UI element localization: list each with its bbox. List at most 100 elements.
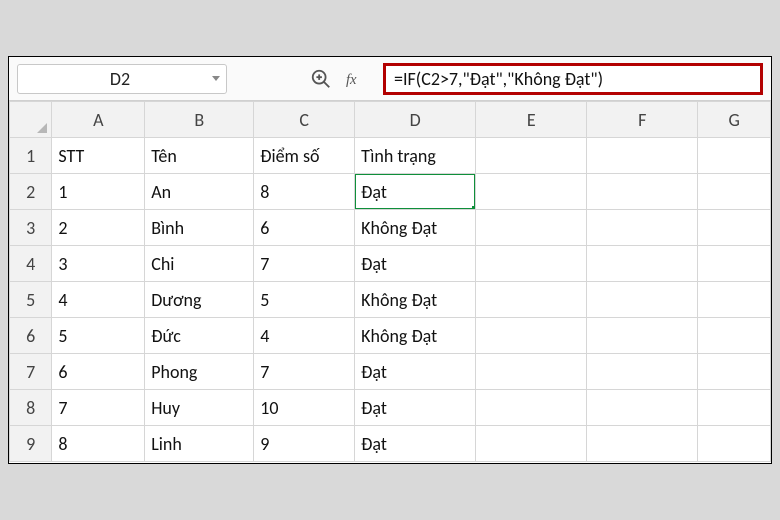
cell-F4[interactable]	[587, 246, 698, 282]
cell-D3[interactable]: Không Đạt	[355, 210, 476, 246]
cell-E6[interactable]	[476, 318, 587, 354]
cell-D8[interactable]: Đạt	[355, 390, 476, 426]
col-header-F[interactable]: F	[587, 102, 698, 138]
cell-D9[interactable]: Đạt	[355, 426, 476, 462]
cell-C8[interactable]: 10	[254, 390, 355, 426]
cell-D4[interactable]: Đạt	[355, 246, 476, 282]
col-header-D[interactable]: D	[355, 102, 476, 138]
cell-B7[interactable]: Phong	[145, 354, 254, 390]
cell-B3[interactable]: Bình	[145, 210, 254, 246]
formula-input[interactable]: =IF(C2>7,"Đạt","Không Đạt")	[383, 63, 763, 95]
formula-bar-row: D2 fx =IF(C2>7,"Đạt","Không Đạt")	[9, 57, 771, 101]
cell-B5[interactable]: Dương	[145, 282, 254, 318]
row-header-7[interactable]: 7	[10, 354, 52, 390]
cell-A4[interactable]: 3	[52, 246, 145, 282]
cell-C2[interactable]: 8	[254, 174, 355, 210]
cell-F1[interactable]	[587, 138, 698, 174]
cell-G2[interactable]	[698, 174, 771, 210]
cell-A5[interactable]: 4	[52, 282, 145, 318]
cell-C3[interactable]: 6	[254, 210, 355, 246]
cell-E1[interactable]	[476, 138, 587, 174]
table-row: 6 5 Đức 4 Không Đạt	[10, 318, 771, 354]
cell-G7[interactable]	[698, 354, 771, 390]
row-header-1[interactable]: 1	[10, 138, 52, 174]
cell-C5[interactable]: 5	[254, 282, 355, 318]
cell-C1[interactable]: Điểm số	[254, 138, 355, 174]
cell-A6[interactable]: 5	[52, 318, 145, 354]
cell-F9[interactable]	[587, 426, 698, 462]
table-row: 5 4 Dương 5 Không Đạt	[10, 282, 771, 318]
cell-C9[interactable]: 9	[254, 426, 355, 462]
cell-D2[interactable]: Đạt	[355, 174, 476, 210]
cell-E9[interactable]	[476, 426, 587, 462]
worksheet-grid[interactable]: A B C D E F G 1 STT Tên Điểm số Tình trạ…	[9, 101, 771, 463]
cell-G4[interactable]	[698, 246, 771, 282]
row-header-9[interactable]: 9	[10, 426, 52, 462]
cell-G9[interactable]	[698, 426, 771, 462]
column-header-row: A B C D E F G	[10, 102, 771, 138]
cell-G1[interactable]	[698, 138, 771, 174]
cell-D6[interactable]: Không Đạt	[355, 318, 476, 354]
cell-A7[interactable]: 6	[52, 354, 145, 390]
table-row: 8 7 Huy 10 Đạt	[10, 390, 771, 426]
cell-B8[interactable]: Huy	[145, 390, 254, 426]
cell-F8[interactable]	[587, 390, 698, 426]
cell-A9[interactable]: 8	[52, 426, 145, 462]
col-header-C[interactable]: C	[254, 102, 355, 138]
cell-F7[interactable]	[587, 354, 698, 390]
cell-G8[interactable]	[698, 390, 771, 426]
cell-C7[interactable]: 7	[254, 354, 355, 390]
cell-B9[interactable]: Linh	[145, 426, 254, 462]
cell-D5[interactable]: Không Đạt	[355, 282, 476, 318]
row-header-5[interactable]: 5	[10, 282, 52, 318]
row-header-3[interactable]: 3	[10, 210, 52, 246]
cell-E3[interactable]	[476, 210, 587, 246]
cell-F6[interactable]	[587, 318, 698, 354]
zoom-icon[interactable]	[307, 65, 335, 93]
cell-D7[interactable]: Đạt	[355, 354, 476, 390]
table-row: 7 6 Phong 7 Đạt	[10, 354, 771, 390]
cell-E4[interactable]	[476, 246, 587, 282]
cell-A1[interactable]: STT	[52, 138, 145, 174]
row-header-6[interactable]: 6	[10, 318, 52, 354]
select-all-corner[interactable]	[10, 102, 52, 138]
cell-E5[interactable]	[476, 282, 587, 318]
table-row: 9 8 Linh 9 Đạt	[10, 426, 771, 462]
cell-A3[interactable]: 2	[52, 210, 145, 246]
formula-text: =IF(C2>7,"Đạt","Không Đạt")	[394, 68, 603, 90]
cell-E7[interactable]	[476, 354, 587, 390]
table-row: 4 3 Chi 7 Đạt	[10, 246, 771, 282]
row-header-8[interactable]: 8	[10, 390, 52, 426]
cell-F2[interactable]	[587, 174, 698, 210]
cell-E2[interactable]	[476, 174, 587, 210]
name-box[interactable]: D2	[17, 64, 227, 94]
col-header-A[interactable]: A	[52, 102, 145, 138]
svg-text:fx: fx	[346, 71, 357, 87]
cell-A8[interactable]: 7	[52, 390, 145, 426]
col-header-E[interactable]: E	[476, 102, 587, 138]
name-box-value: D2	[34, 68, 206, 90]
cell-F5[interactable]	[587, 282, 698, 318]
chevron-down-icon[interactable]	[212, 76, 220, 81]
cell-B1[interactable]: Tên	[145, 138, 254, 174]
row-header-4[interactable]: 4	[10, 246, 52, 282]
col-header-B[interactable]: B	[145, 102, 254, 138]
cell-F3[interactable]	[587, 210, 698, 246]
cell-D1[interactable]: Tình trạng	[355, 138, 476, 174]
cell-A2[interactable]: 1	[52, 174, 145, 210]
table-row: 3 2 Bình 6 Không Đạt	[10, 210, 771, 246]
cell-B6[interactable]: Đức	[145, 318, 254, 354]
cell-B2[interactable]: An	[145, 174, 254, 210]
table-row: 1 STT Tên Điểm số Tình trạng	[10, 138, 771, 174]
cell-B4[interactable]: Chi	[145, 246, 254, 282]
cell-G3[interactable]	[698, 210, 771, 246]
row-header-2[interactable]: 2	[10, 174, 52, 210]
cell-C4[interactable]: 7	[254, 246, 355, 282]
cell-E8[interactable]	[476, 390, 587, 426]
fx-icon[interactable]: fx	[345, 65, 373, 93]
cell-G5[interactable]	[698, 282, 771, 318]
col-header-G[interactable]: G	[698, 102, 771, 138]
cell-G6[interactable]	[698, 318, 771, 354]
cells-table: A B C D E F G 1 STT Tên Điểm số Tình trạ…	[9, 101, 771, 462]
cell-C6[interactable]: 4	[254, 318, 355, 354]
